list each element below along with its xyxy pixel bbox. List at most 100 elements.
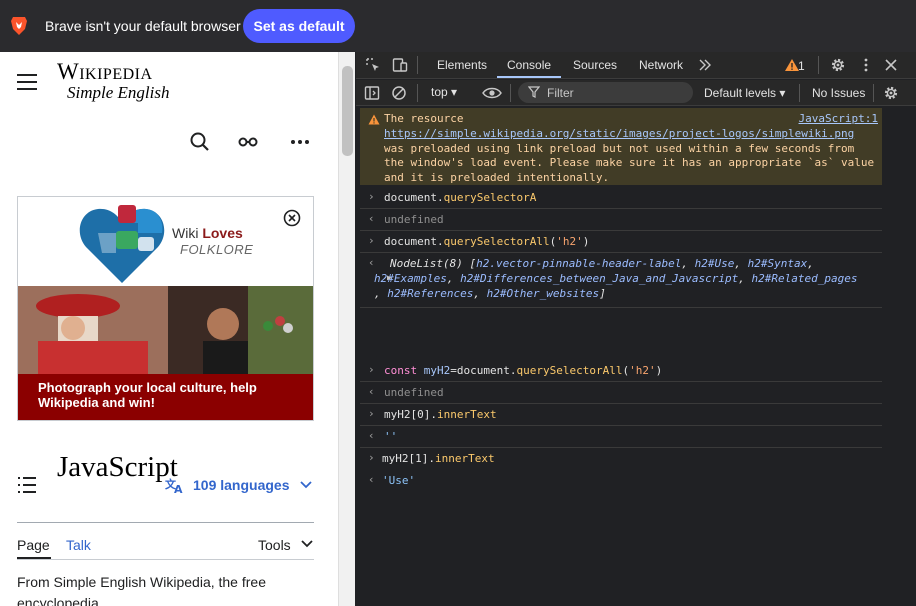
tab-talk[interactable]: Talk [66, 537, 91, 553]
close-banner-icon[interactable] [283, 209, 301, 227]
console-scrollbar[interactable] [887, 108, 916, 606]
console-toolbar: top ▾ Filter Default levels ▾ No Issues [356, 80, 916, 106]
code-string: 'h2' [629, 364, 656, 377]
console-filter-input[interactable]: Filter [518, 82, 693, 103]
tab-elements[interactable]: Elements [437, 58, 487, 72]
code-text: document. [384, 191, 444, 204]
tab-console[interactable]: Console [507, 58, 551, 72]
nodelist-header: NodeList(8) [ [390, 257, 477, 270]
devtools-panel: Elements Console Sources Network 1 top ▾… [356, 52, 916, 606]
sidebar-toggle-icon[interactable] [364, 85, 380, 101]
main-menu-icon[interactable] [17, 74, 37, 90]
expand-triangle-icon[interactable]: ▶ [387, 271, 392, 286]
tab-page[interactable]: Page [17, 537, 50, 553]
infobar-message: Brave isn't your default browser [45, 18, 241, 34]
nodelist-item[interactable]: h2#Related_pages [752, 272, 858, 285]
console-result-row: ‹ '' [360, 426, 882, 448]
console-input-row[interactable]: › document.querySelectorAll('h2') [360, 231, 882, 253]
chevron-down-icon [301, 540, 313, 548]
kebab-menu-icon[interactable] [858, 57, 874, 73]
search-icon[interactable] [188, 130, 212, 154]
wikipedia-page: Wikipedia Simple English Wiki Loves FOLK… [0, 52, 338, 606]
nodelist-item[interactable]: h2.vector-pinnable-header-label [476, 257, 681, 270]
more-tabs-icon[interactable] [697, 57, 713, 73]
context-selector[interactable]: top ▾ [431, 85, 457, 99]
set-as-default-button[interactable]: Set as default [243, 9, 355, 43]
nodelist-item[interactable]: h2#Use [695, 257, 735, 270]
console-warning-message: JavaScript:1 The resource https://simple… [360, 108, 882, 185]
console-input-row[interactable]: › document.querySelectorA [360, 187, 882, 209]
code-text: document. [384, 235, 444, 248]
banner-caption: Photograph your local culture, help Wiki… [18, 374, 313, 420]
chevron-down-icon [299, 481, 312, 489]
wikipedia-wordmark[interactable]: Wikipedia [57, 59, 153, 85]
nodelist-item[interactable]: h2#Other_websites [487, 287, 600, 300]
wikipedia-tagline: Simple English [67, 83, 170, 102]
console-nodelist-result[interactable]: ‹ ▶ NodeList(8) [h2.vector-pinnable-head… [360, 253, 882, 308]
console-settings-gear-icon[interactable] [883, 85, 899, 101]
prompt-chevron-icon: › [368, 407, 375, 420]
nodelist-item[interactable]: h2#Examples [374, 272, 447, 285]
device-toolbar-icon[interactable] [392, 57, 408, 73]
result-value: 'Use' [382, 474, 416, 487]
tabs-divider [17, 559, 314, 560]
code-string: 'h2' [556, 235, 583, 248]
languages-button[interactable]: 文 A 109 languages [165, 474, 320, 496]
live-expression-eye-icon[interactable] [482, 85, 502, 101]
page-scrollbar[interactable] [338, 52, 355, 606]
console-input-row[interactable]: › myH2[1].innerText [360, 448, 882, 472]
devtools-tab-bar: Elements Console Sources Network 1 [356, 52, 916, 79]
result-value: undefined [384, 386, 444, 399]
inspect-element-icon[interactable] [365, 57, 381, 73]
warning-count[interactable]: 1 [798, 59, 805, 73]
tab-network[interactable]: Network [639, 58, 683, 72]
tab-sources[interactable]: Sources [573, 58, 617, 72]
clear-console-icon[interactable] [391, 85, 407, 101]
warning-source-link[interactable]: JavaScript:1 [799, 112, 878, 127]
nodelist-item[interactable]: h2#Syntax [748, 257, 808, 270]
prompt-chevron-icon: › [368, 234, 375, 247]
tools-menu[interactable]: Tools [258, 537, 291, 553]
table-of-contents-icon[interactable] [18, 477, 36, 493]
code-text: myH2[1]. [382, 452, 435, 465]
result-arrow-icon: ‹ [368, 473, 375, 486]
site-subtitle: From Simple English Wikipedia, the free … [17, 574, 266, 606]
code-property: innerText [436, 408, 497, 421]
code-keyword: const [384, 364, 418, 377]
console-input-row[interactable]: › myH2[0].innerText [360, 404, 882, 426]
page-title: JavaScript [57, 451, 178, 483]
warning-prefix: The resource [384, 112, 464, 125]
wiki-loves-folklore-banner[interactable]: Wiki Loves FOLKLORE Photograph your loca… [17, 196, 314, 421]
result-arrow-icon: ‹ [368, 385, 375, 398]
banner-title: Wiki Loves [172, 225, 243, 241]
result-arrow-icon: ‹ [368, 256, 375, 269]
reading-glasses-icon[interactable] [236, 130, 260, 154]
console-output[interactable]: JavaScript:1 The resource https://simple… [360, 108, 882, 606]
context-label: top [431, 85, 448, 99]
console-result-row: ‹ undefined [360, 209, 882, 231]
issues-button[interactable]: No Issues [812, 86, 865, 100]
code-method: querySelectorA [443, 191, 537, 204]
default-browser-infobar: Brave isn't your default browser Set as … [0, 0, 916, 52]
log-levels-dropdown[interactable]: Default levels ▾ [704, 86, 785, 100]
brave-lion-icon [11, 17, 27, 35]
more-options-icon[interactable] [288, 130, 312, 154]
prompt-chevron-icon: › [368, 190, 375, 203]
warning-text: was preloaded using link preload but not… [384, 141, 875, 185]
console-input-row[interactable]: › const myH2=document.querySelectorAll('… [360, 360, 882, 382]
puzzle-heart-logo [79, 205, 165, 283]
banner-subtitle: FOLKLORE [180, 242, 254, 257]
svg-text:A: A [174, 483, 183, 494]
title-divider [17, 522, 314, 523]
result-arrow-icon: ‹ [368, 429, 375, 442]
warning-resource-link[interactable]: https://simple.wikipedia.org/static/imag… [384, 127, 854, 140]
nodelist-item[interactable]: h2#References [387, 287, 473, 300]
prompt-chevron-icon: › [368, 363, 375, 376]
code-text: =document. [450, 364, 517, 377]
scrollbar-thumb[interactable] [342, 66, 353, 156]
nodelist-item[interactable]: h2#Differences_between_Java_and_Javascri… [460, 272, 738, 285]
close-devtools-icon[interactable] [883, 57, 899, 73]
languages-label: 109 languages [193, 477, 290, 493]
log-levels-label: Default levels [704, 86, 777, 100]
settings-gear-icon[interactable] [830, 57, 846, 73]
